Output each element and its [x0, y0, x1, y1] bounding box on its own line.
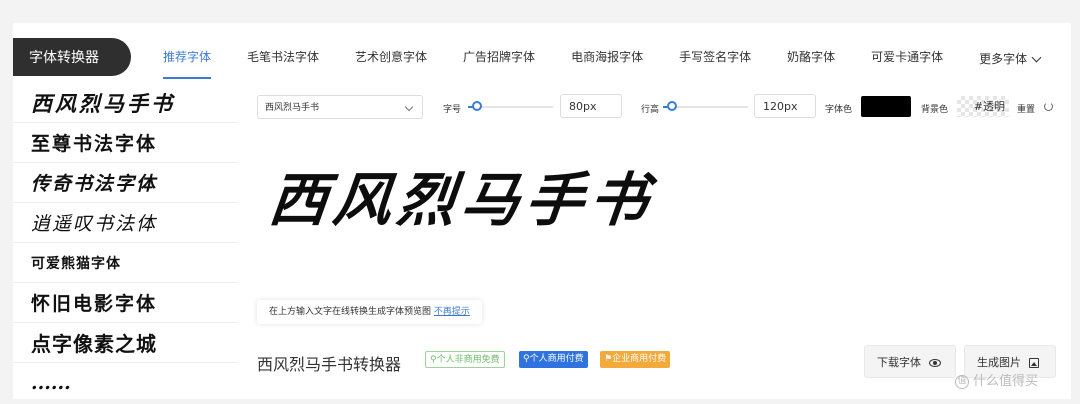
- brand-logo[interactable]: 字体转换器: [13, 38, 131, 76]
- tab-cute-cartoon[interactable]: 可爱卡通字体: [871, 41, 943, 77]
- license-badge-personal-paid: ⚲个人商用付费: [519, 351, 588, 368]
- tab-handwriting-signature[interactable]: 手写签名字体: [679, 41, 751, 77]
- font-select[interactable]: 西风烈马手书: [257, 95, 423, 119]
- font-list-item[interactable]: 传奇书法字体: [13, 163, 238, 203]
- tab-ad-signboard[interactable]: 广告招牌字体: [463, 41, 535, 77]
- font-list-item-label: 逍遥叹书法体: [31, 213, 158, 235]
- converter-panel: 字体转换器 推荐字体 毛笔书法字体 艺术创意字体 广告招牌字体 电商海报字体 手…: [13, 23, 1071, 399]
- font-list-item-label: 传奇书法字体: [31, 173, 158, 195]
- dismiss-tip-link[interactable]: 不再提示: [434, 307, 470, 317]
- image-icon: [1028, 358, 1039, 368]
- more-fonts-label: 更多字体: [979, 52, 1028, 66]
- font-list-item-label: ......: [31, 371, 71, 394]
- converter-title: 西风烈马手书转换器: [257, 355, 402, 374]
- font-list-item-label: 西风烈马手书: [31, 90, 175, 116]
- font-list-item[interactable]: 点字像素之城: [13, 323, 238, 363]
- line-height-slider-handle[interactable]: [667, 101, 677, 111]
- tab-art-creative[interactable]: 艺术创意字体: [355, 41, 427, 77]
- font-list-item[interactable]: 至尊书法字体: [13, 123, 238, 163]
- font-size-slider[interactable]: [468, 101, 553, 111]
- download-font-label: 下载字体: [877, 356, 921, 369]
- tab-ecommerce-poster[interactable]: 电商海报字体: [571, 41, 643, 77]
- font-list-item[interactable]: ......: [13, 363, 238, 399]
- background-color-picker[interactable]: #透明: [957, 96, 1009, 117]
- font-preview-text: 西风烈马手书: [265, 166, 658, 234]
- chevron-down-icon: [1031, 52, 1042, 62]
- watermark-text: 什么值得买: [973, 374, 1039, 389]
- font-list-item-label: 可爱熊猫字体: [31, 255, 121, 272]
- tab-brush-calligraphy[interactable]: 毛笔书法字体: [247, 41, 319, 77]
- tab-cheese[interactable]: 奶酪字体: [787, 41, 835, 77]
- license-badge-text: 个人商用付费: [529, 354, 584, 364]
- font-list-item-label: 怀旧电影字体: [31, 293, 158, 315]
- reset-button[interactable]: 重置: [1017, 102, 1035, 115]
- font-select-value: 西风烈马手书: [265, 103, 320, 113]
- font-list-item[interactable]: 可爱熊猫字体: [13, 243, 238, 283]
- line-height-input[interactable]: 120px: [754, 94, 816, 118]
- font-size-slider-handle[interactable]: [472, 101, 482, 111]
- font-list-item-label: 点字像素之城: [31, 332, 157, 356]
- watermark-logo-icon: 值: [955, 374, 969, 389]
- preview-tip: 在上方输入文字在线转换生成字体预览图 不再提示: [257, 300, 482, 324]
- generate-image-label: 生成图片: [977, 356, 1021, 369]
- chevron-down-icon: [404, 102, 414, 112]
- font-list: 西风烈马手书 至尊书法字体 传奇书法字体 逍遥叹书法体 可爱熊猫字体 怀旧电影字…: [13, 83, 238, 399]
- font-list-item[interactable]: 西风烈马手书: [13, 83, 238, 123]
- font-list-item-label: 至尊书法字体: [31, 133, 158, 155]
- refresh-icon[interactable]: [1044, 102, 1053, 111]
- license-badge-enterprise-paid: ⚑企业商用付费: [600, 351, 671, 368]
- site-watermark: 值什么值得买: [955, 370, 1038, 389]
- background-color-label: 背景色: [921, 105, 949, 115]
- font-size-label: 字号: [443, 105, 462, 115]
- download-font-button[interactable]: 下载字体: [864, 345, 956, 378]
- tab-recommended[interactable]: 推荐字体: [163, 41, 212, 79]
- license-badge-text: 个人非商用免费: [436, 355, 500, 365]
- license-badge-personal-free: ⚲个人非商用免费: [425, 351, 505, 368]
- category-tabs: 推荐字体 毛笔书法字体 艺术创意字体 广告招牌字体 电商海报字体 手写签名字体 …: [163, 41, 1071, 79]
- font-list-item[interactable]: 逍遥叹书法体: [13, 203, 238, 243]
- eye-icon: [928, 359, 941, 367]
- preview-tip-text: 在上方输入文字在线转换生成字体预览图: [269, 307, 432, 317]
- font-list-item[interactable]: 怀旧电影字体: [13, 283, 238, 323]
- license-badge-text: 企业商用付费: [612, 354, 667, 364]
- font-color-label: 字体色: [825, 105, 853, 115]
- font-color-picker[interactable]: [861, 96, 911, 117]
- more-fonts-menu[interactable]: 更多字体: [979, 41, 1042, 77]
- line-height-slider[interactable]: [663, 101, 748, 111]
- font-size-input[interactable]: 80px: [560, 94, 622, 118]
- line-height-label: 行高: [641, 105, 660, 115]
